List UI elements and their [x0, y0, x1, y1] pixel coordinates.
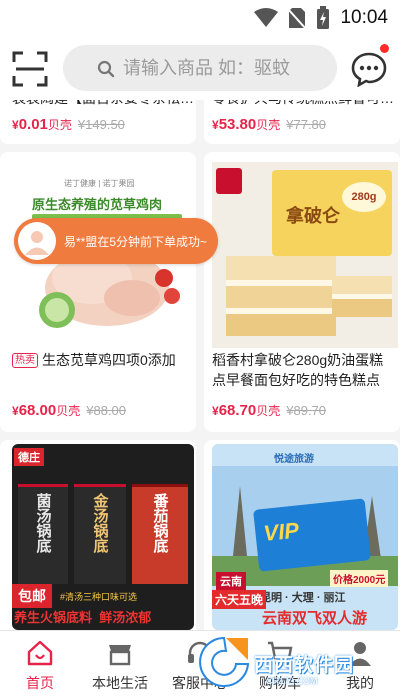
cake-slices-image — [226, 256, 392, 336]
free-shipping-badge: 包邮 — [12, 584, 52, 608]
price-row: ¥53.80贝壳 ¥77.80 — [212, 116, 326, 133]
original-price: ¥89.70 — [286, 403, 327, 418]
scan-button[interactable] — [12, 51, 48, 87]
product-image-travel: 悦途旅游 VIP 价格2000元 云南 昆明 · 大理 · 丽江 六天五晚 云南… — [212, 444, 398, 630]
product-card-travel[interactable]: 悦途旅游 VIP 价格2000元 云南 昆明 · 大理 · 丽江 六天五晚 云南… — [204, 440, 400, 630]
vip-card: VIP — [253, 498, 371, 572]
weight-badge: 280g — [342, 182, 386, 212]
region-label: 云南 — [216, 572, 246, 590]
box-text: 拿破仑 — [286, 206, 340, 226]
status-time: 10:04 — [340, 7, 388, 28]
product-card-partial-2[interactable]: 零食扩兵马传统糕点鲜香可… ¥53.80贝壳 ¥77.80 — [204, 100, 400, 144]
nav-label: 本地生活 — [92, 675, 148, 691]
nav-label: 首页 — [26, 675, 54, 691]
status-bar: 10:04 — [0, 0, 400, 36]
slogan-text: 云南双飞双人游 — [262, 610, 368, 627]
no-sim-icon — [288, 8, 307, 29]
product-feed[interactable]: 袁袁阔建【面吉茶姜冬茶祛… ¥0.01贝壳 ¥149.50 零食扩兵马传统糕点鲜… — [0, 100, 400, 630]
search-icon — [97, 60, 115, 78]
order-toast: 易**盟在5分钟前下单成功~ — [14, 218, 218, 264]
price-row: ¥68.70贝壳 ¥89.70 — [212, 402, 326, 419]
product-title: 零食扩兵马传统糕点鲜香可… — [212, 100, 398, 108]
price-row: ¥68.00贝壳 ¥88.00 — [12, 402, 126, 419]
watermark-logo-icon — [199, 636, 250, 687]
notification-dot — [380, 44, 389, 53]
price: ¥0.01贝壳 — [12, 116, 72, 133]
wifi-icon — [254, 8, 279, 27]
header — [0, 36, 400, 100]
product-card-partial-1[interactable]: 袁袁阔建【面吉茶姜冬茶祛… ¥0.01贝壳 ¥149.50 — [0, 100, 196, 144]
avatar — [18, 222, 56, 260]
watermark-text: 西西软件园 — [254, 655, 355, 676]
chat-bubble-icon — [351, 52, 387, 88]
original-price: ¥77.80 — [286, 117, 327, 132]
pack-1: 菌汤锅底 — [18, 484, 68, 584]
product-title: 稻香村拿破仑280g奶油蛋糕点早餐面包好吃的特色糕点点… — [212, 352, 384, 388]
status-icons: 10:04 — [254, 6, 388, 30]
nav-home[interactable]: 首页 — [0, 631, 80, 700]
price: ¥68.00贝壳 — [12, 402, 81, 419]
product-image-hotpot: 德庄 菌汤锅底 金汤锅底 番茄锅底 包邮 #清汤三种口味可选 养生火锅底料 鲜汤… — [12, 444, 194, 630]
product-title: 袁袁阔建【面吉茶姜冬茶祛… — [12, 100, 196, 108]
route-label: 昆明 · 大理 · 丽江 — [260, 592, 346, 604]
scan-icon — [12, 51, 48, 87]
brand-logo — [216, 168, 242, 194]
watermark: 西西软件园 CR173.COM — [196, 632, 386, 694]
battery-charging-icon — [317, 6, 330, 29]
product-title: 热卖 生态苋草鸡四项0添加 — [12, 350, 192, 370]
price-tag: 价格2000元 — [330, 570, 389, 587]
days-label: 六天五晚 — [212, 590, 267, 609]
product-card-hotpot[interactable]: 德庄 菌汤锅底 金汤锅底 番茄锅底 包邮 #清汤三种口味可选 养生火锅底料 鲜汤… — [0, 440, 196, 630]
nav-local-life[interactable]: 本地生活 — [80, 631, 160, 700]
price-row: ¥0.01贝壳 ¥149.50 — [12, 116, 125, 133]
image-banner-text: 原生态养殖的苋草鸡肉 — [32, 197, 163, 212]
price: ¥53.80贝壳 — [212, 116, 281, 133]
slogan-text: 养生火锅底料 鲜汤浓郁 — [14, 610, 152, 625]
agency-label: 悦途旅游 — [274, 454, 314, 465]
user-avatar-icon — [25, 231, 49, 255]
message-button[interactable] — [351, 51, 387, 88]
original-price: ¥88.00 — [86, 403, 127, 418]
price: ¥68.70贝壳 — [212, 402, 281, 419]
brand-label: 诺丁健康 | 诺丁果园 — [64, 179, 135, 188]
product-card-chicken[interactable]: 诺丁健康 | 诺丁果园 原生态养殖的苋草鸡肉 热卖 生态苋草鸡四项0添加 ¥68.… — [0, 152, 196, 432]
hot-tag: 热卖 — [12, 353, 38, 368]
original-price: ¥149.50 — [77, 117, 125, 132]
pack-3: 番茄锅底 — [132, 484, 188, 584]
product-image-napoleon: 拿破仑 280g — [212, 162, 398, 348]
store-icon — [109, 645, 131, 666]
home-icon — [27, 640, 53, 666]
watermark-url: CR173.COM — [266, 676, 318, 686]
product-card-napoleon[interactable]: 拿破仑 280g 稻香村拿破仑280g奶油蛋糕点早餐面包好吃的特色糕点点… ¥6… — [204, 152, 400, 432]
promo-text: #清汤三种口味可选 — [60, 592, 138, 602]
search-input[interactable] — [123, 57, 343, 79]
pack-2: 金汤锅底 — [74, 484, 126, 584]
brand-label: 德庄 — [14, 448, 44, 466]
toast-text: 易**盟在5分钟前下单成功~ — [64, 234, 208, 249]
search-box[interactable] — [63, 45, 343, 91]
